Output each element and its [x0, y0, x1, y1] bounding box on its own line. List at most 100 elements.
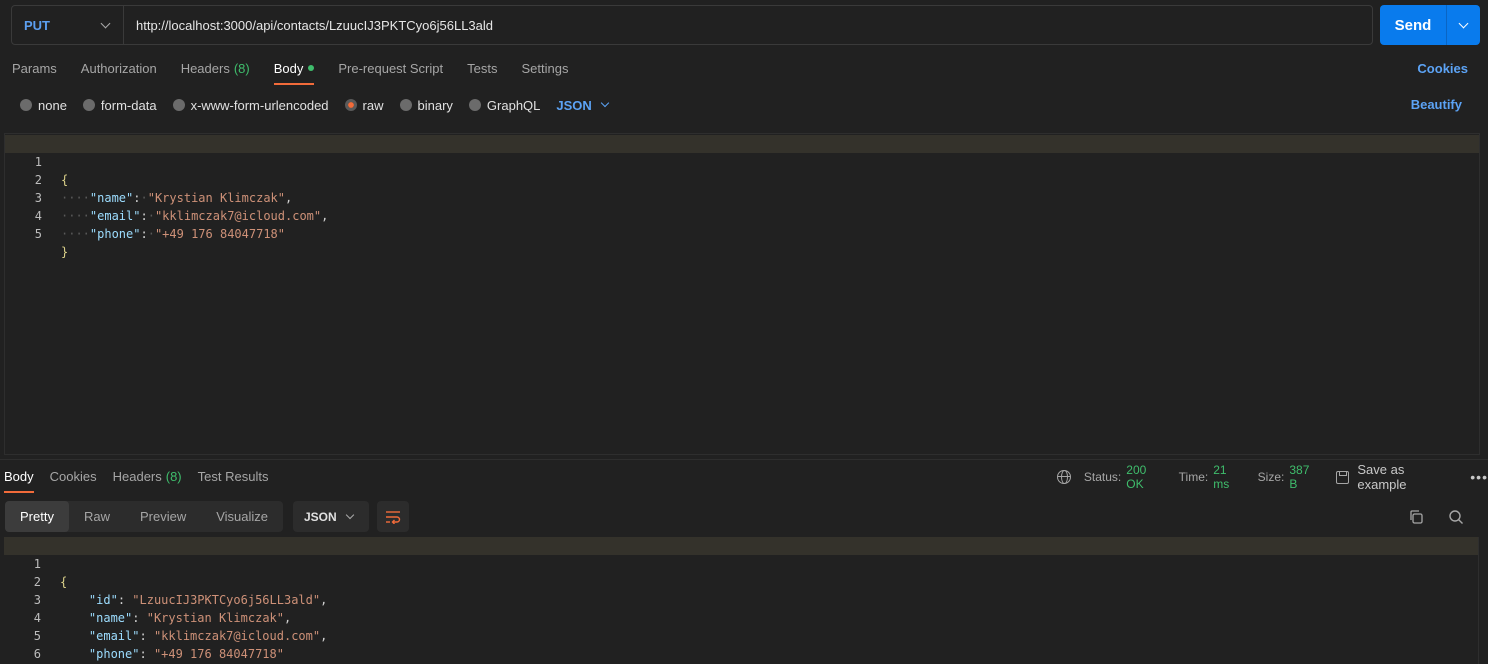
radio-none[interactable]: none: [20, 98, 67, 113]
body-type-options: none form-data x-www-form-urlencoded raw…: [20, 96, 610, 114]
radio-label: binary: [417, 97, 453, 113]
radio-selected-icon: [344, 99, 357, 111]
json-value: "+49 176 84047718": [154, 227, 285, 241]
radio-label: none: [38, 97, 67, 113]
send-button[interactable]: Send: [1380, 5, 1447, 45]
radio-label: GraphQL: [486, 97, 541, 113]
size-value[interactable]: 387 B: [1289, 463, 1320, 491]
radio-binary[interactable]: binary: [399, 97, 453, 113]
save-icon: [1336, 470, 1350, 484]
response-body-viewer[interactable]: 1 { 2 "id": "LzuucIJ3PKTCyo6j56LL3ald", …: [4, 537, 1480, 664]
code-text: "phone": "+49 176 84047718": [88, 647, 284, 661]
tab-label: Params: [12, 61, 57, 76]
send-button-group: Send: [1380, 5, 1480, 45]
code-line: 3 "name": "Krystian Klimczak",: [4, 573, 1480, 625]
radio-circle-icon: [82, 99, 95, 111]
tab-label: Test Results: [197, 469, 269, 484]
time-value[interactable]: 21 ms: [1213, 463, 1245, 491]
request-body-editor[interactable]: 1 { 2 ····"name":·"Krystian Klimczak", 3…: [4, 133, 1480, 455]
code-line: 2 "id": "LzuucIJ3PKTCyo6j56LL3ald",: [4, 555, 1480, 607]
globe-icon[interactable]: [1057, 470, 1071, 484]
cookies-link[interactable]: Cookies: [1417, 61, 1468, 76]
view-raw[interactable]: Raw: [69, 501, 125, 532]
tab-pre-request-script[interactable]: Pre-request Script: [338, 61, 443, 85]
view-visualize[interactable]: Visualize: [201, 501, 283, 532]
tab-params[interactable]: Params: [12, 61, 57, 85]
tab-label: Pre-request Script: [338, 61, 444, 76]
copy-icon: [1410, 510, 1423, 524]
method-select[interactable]: PUT: [12, 6, 124, 44]
url-bar: PUT http://localhost:3000/api/contacts/L…: [11, 5, 1373, 45]
headers-count: (8): [233, 61, 250, 76]
code-line: 4 ····"phone":·"+49 176 84047718": [5, 189, 1479, 241]
wrap-lines-button[interactable]: [377, 501, 409, 532]
line-number: 5: [34, 227, 42, 241]
code-line: 2 ····"name":·"Krystian Klimczak",: [5, 153, 1479, 205]
response-view-switcher: Pretty Raw Preview Visualize: [5, 501, 284, 532]
wrap-lines-icon: [386, 510, 401, 524]
code-line: 5 }: [5, 207, 1479, 259]
tab-body[interactable]: Body: [273, 61, 315, 85]
code-text: }: [61, 245, 69, 259]
tab-authorization[interactable]: Authorization: [81, 61, 157, 85]
code-text: ····"phone":·"+49 176 84047718": [61, 227, 285, 241]
tab-label: Body: [273, 61, 304, 76]
save-label: Save as example: [1357, 462, 1407, 492]
response-format-select[interactable]: JSON: [293, 501, 369, 532]
radio-label: x-www-form-urlencoded: [190, 97, 329, 113]
url-input[interactable]: http://localhost:3000/api/contacts/Lzuuc…: [124, 18, 493, 33]
more-options-icon[interactable]: •••: [1470, 469, 1488, 485]
response-tab-body[interactable]: Body: [4, 469, 34, 493]
response-tab-headers[interactable]: Headers (8): [113, 469, 182, 493]
modified-dot-icon: [308, 65, 315, 71]
chevron-down-icon: [345, 510, 355, 519]
view-pretty[interactable]: Pretty: [5, 501, 69, 532]
send-options-button[interactable]: [1447, 5, 1480, 45]
code-line: 1 {: [5, 135, 1479, 187]
method-label: PUT: [24, 17, 50, 33]
headers-count: (8): [165, 469, 182, 484]
radio-form-data[interactable]: form-data: [82, 98, 157, 113]
search-icon: [1449, 510, 1463, 524]
tab-headers[interactable]: Headers (8): [181, 61, 250, 85]
status-value[interactable]: 200 OK: [1126, 463, 1166, 491]
editor-scrollbar[interactable]: [1479, 134, 1480, 454]
radio-circle-icon: [399, 99, 412, 111]
radio-circle-icon: [20, 99, 32, 111]
radio-raw[interactable]: raw: [344, 97, 384, 113]
radio-graphql[interactable]: GraphQL: [468, 97, 541, 113]
tab-tests[interactable]: Tests: [467, 61, 497, 85]
tab-label: Headers: [180, 61, 230, 76]
request-tabs: Params Authorization Headers (8) Body Pre…: [12, 61, 592, 85]
code-line: 1 {: [4, 537, 1478, 589]
response-tab-cookies[interactable]: Cookies: [50, 469, 97, 493]
pane-divider[interactable]: [0, 459, 1488, 460]
body-format-select[interactable]: JSON: [556, 97, 610, 113]
time-label: Time:: [1178, 470, 1209, 484]
radio-circle-icon: [468, 99, 481, 111]
response-format-label: JSON: [304, 509, 337, 524]
response-status-bar: Status: 200 OK Time: 21 ms Size: 387 B S…: [1057, 462, 1488, 492]
tab-settings[interactable]: Settings: [521, 61, 568, 85]
view-preview[interactable]: Preview: [125, 501, 201, 532]
beautify-button[interactable]: Beautify: [1411, 97, 1462, 112]
search-button[interactable]: [1447, 508, 1465, 526]
code-line: 5 "phone": "+49 176 84047718": [4, 609, 1480, 661]
copy-button[interactable]: [1407, 508, 1425, 526]
body-format-label: JSON: [556, 97, 592, 113]
tab-label: Settings: [521, 61, 569, 76]
tab-label: Cookies: [49, 469, 97, 484]
tab-label: Tests: [467, 61, 498, 76]
json-value: "+49 176 84047718": [153, 647, 284, 661]
radio-x-www-form-urlencoded[interactable]: x-www-form-urlencoded: [172, 97, 329, 113]
code-line: 6 }: [4, 627, 1480, 661]
response-scrollbar[interactable]: [1478, 537, 1479, 664]
size-label: Size:: [1257, 470, 1285, 484]
json-key: "phone": [88, 647, 140, 661]
save-as-example-button[interactable]: Save as example: [1336, 462, 1456, 492]
chevron-down-icon: [600, 98, 610, 108]
chevron-down-icon: [100, 18, 111, 28]
radio-label: raw: [362, 97, 384, 113]
response-tab-test-results[interactable]: Test Results: [198, 469, 269, 493]
line-number: 6: [33, 647, 41, 661]
